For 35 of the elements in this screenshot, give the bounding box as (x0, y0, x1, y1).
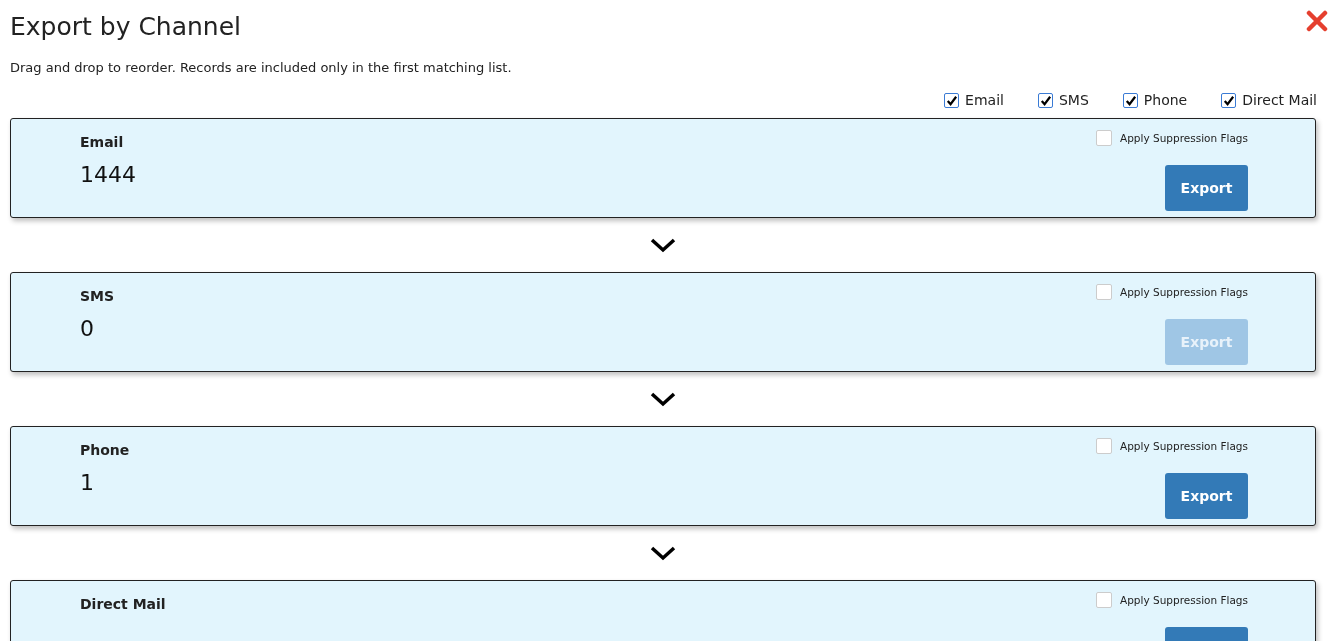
channel-name: SMS (80, 288, 115, 304)
channel-card[interactable]: Phone 1 Apply Suppression Flags Export (10, 426, 1316, 526)
channel-name: Direct Mail (80, 596, 166, 612)
filter-label: SMS (1058, 92, 1089, 108)
chevron-down-icon (649, 391, 677, 407)
suppression-checkbox[interactable] (1096, 438, 1112, 454)
suppression-checkbox[interactable] (1096, 284, 1112, 300)
suppression-label: Apply Suppression Flags (1120, 440, 1248, 452)
channel-card[interactable]: Email 1444 Apply Suppression Flags Export (10, 118, 1316, 218)
close-icon[interactable] (1306, 10, 1328, 32)
channel-name: Phone (80, 442, 130, 458)
suppression-checkbox[interactable] (1096, 592, 1112, 608)
suppression-checkbox[interactable] (1096, 130, 1112, 146)
suppression-label: Apply Suppression Flags (1120, 286, 1248, 298)
filter-label: Email (965, 92, 1004, 108)
filter-checkbox[interactable] (944, 92, 960, 108)
export-button[interactable]: Export (1165, 473, 1248, 519)
record-count: 0 (80, 316, 95, 341)
chevron-down-icon (649, 237, 677, 253)
filter-label: Direct Mail (1242, 92, 1317, 108)
instructions-text: Drag and drop to reorder. Records are included only in the first matching list. (10, 60, 513, 75)
suppression-label: Apply Suppression Flags (1120, 132, 1248, 144)
suppression-label: Apply Suppression Flags (1120, 594, 1248, 606)
channel-card[interactable]: Direct Mail Apply Suppression Flags (10, 580, 1316, 641)
channel-name: Email (80, 134, 125, 150)
filter-checkbox[interactable] (1122, 92, 1138, 108)
filter-checkbox[interactable] (1221, 92, 1237, 108)
dialog-title: Export by Channel (10, 12, 242, 41)
record-count: 1444 (80, 162, 136, 187)
chevron-down-icon (649, 545, 677, 561)
export-button[interactable]: Export (1165, 165, 1248, 211)
channel-card[interactable]: SMS 0 Apply Suppression Flags Export (10, 272, 1316, 372)
filter-label: Phone (1143, 92, 1188, 108)
filter-checkbox[interactable] (1037, 92, 1053, 108)
record-count: 1 (80, 470, 95, 495)
